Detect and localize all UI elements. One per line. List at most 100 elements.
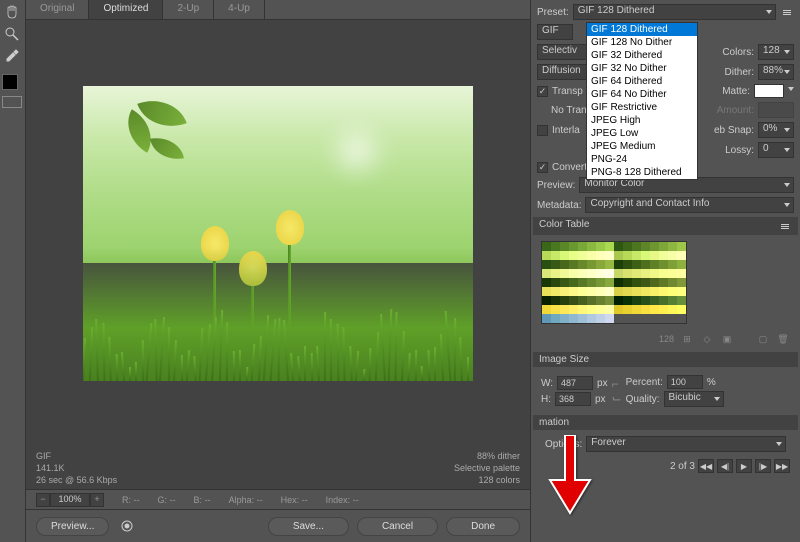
color-swatch-cell[interactable] — [587, 251, 596, 260]
preset-dropdown[interactable]: GIF 128 DitheredGIF 128 No DitherGIF 32 … — [586, 22, 698, 180]
color-swatch-cell[interactable] — [596, 242, 605, 251]
color-swatch-cell[interactable] — [551, 251, 560, 260]
prev-frame-icon[interactable]: ◀| — [717, 459, 733, 473]
color-swatch-cell[interactable] — [668, 251, 677, 260]
color-swatch-cell[interactable] — [551, 296, 560, 305]
color-swatch-cell[interactable] — [569, 314, 578, 323]
color-swatch-cell[interactable] — [650, 296, 659, 305]
color-swatch-cell[interactable] — [587, 260, 596, 269]
color-swatch-cell[interactable] — [614, 278, 623, 287]
color-swatch-cell[interactable] — [614, 242, 623, 251]
color-swatch-cell[interactable] — [632, 305, 641, 314]
color-swatch-cell[interactable] — [596, 314, 605, 323]
color-swatch-cell[interactable] — [659, 269, 668, 278]
color-swatch-cell[interactable] — [668, 260, 677, 269]
color-swatch-cell[interactable] — [551, 314, 560, 323]
color-table-grid[interactable] — [541, 241, 687, 324]
color-swatch-cell[interactable] — [650, 242, 659, 251]
loop-select[interactable]: Forever — [586, 436, 786, 452]
color-swatch-cell[interactable] — [623, 242, 632, 251]
color-swatch-cell[interactable] — [623, 260, 632, 269]
save-button[interactable]: Save... — [268, 517, 349, 536]
preset-select[interactable]: GIF 128 Dithered — [573, 4, 776, 20]
color-swatch-cell[interactable] — [542, 314, 551, 323]
preset-option[interactable]: PNG-8 128 Dithered — [587, 166, 697, 179]
color-swatch-cell[interactable] — [659, 251, 668, 260]
dither-method-select[interactable]: Diffusion — [537, 64, 589, 80]
color-swatch-cell[interactable] — [677, 278, 686, 287]
color-swatch-cell[interactable] — [650, 251, 659, 260]
color-swatch-cell[interactable] — [578, 278, 587, 287]
preset-option[interactable]: GIF 32 No Dither — [587, 62, 697, 75]
eyedropper-tool[interactable] — [2, 46, 22, 66]
play-icon[interactable]: ▶ — [736, 459, 752, 473]
color-swatch-cell[interactable] — [659, 260, 668, 269]
color-swatch-cell[interactable] — [623, 287, 632, 296]
preset-option[interactable]: GIF 128 No Dither — [587, 36, 697, 49]
color-swatch-cell[interactable] — [623, 251, 632, 260]
color-swatch-cell[interactable] — [587, 278, 596, 287]
color-swatch-cell[interactable] — [560, 242, 569, 251]
preview-button[interactable]: Preview... — [36, 517, 109, 536]
color-swatch-cell[interactable] — [587, 314, 596, 323]
transparency-checkbox[interactable] — [537, 86, 548, 97]
color-swatch-cell[interactable] — [596, 287, 605, 296]
color-swatch-cell[interactable] — [578, 251, 587, 260]
color-swatch-cell[interactable] — [578, 314, 587, 323]
color-swatch-cell[interactable] — [596, 278, 605, 287]
preset-option[interactable]: JPEG Low — [587, 127, 697, 140]
color-swatch-cell[interactable] — [560, 314, 569, 323]
color-swatch-cell[interactable] — [578, 287, 587, 296]
zoom-tool[interactable] — [2, 24, 22, 44]
preset-option[interactable]: JPEG High — [587, 114, 697, 127]
color-swatch-cell[interactable] — [659, 305, 668, 314]
color-swatch-cell[interactable] — [632, 296, 641, 305]
preview-canvas[interactable]: document.write(Array.from({length:60},(_… — [26, 20, 530, 447]
color-swatch-cell[interactable] — [614, 305, 623, 314]
done-button[interactable]: Done — [446, 517, 520, 536]
color-swatch-cell[interactable] — [677, 287, 686, 296]
color-swatch-cell[interactable] — [569, 260, 578, 269]
color-swatch-cell[interactable] — [569, 296, 578, 305]
color-swatch-cell[interactable] — [587, 287, 596, 296]
color-swatch-cell[interactable] — [578, 242, 587, 251]
color-swatch-cell[interactable] — [542, 287, 551, 296]
color-swatch-cell[interactable] — [542, 269, 551, 278]
color-swatch-cell[interactable] — [560, 305, 569, 314]
preset-option[interactable]: GIF 32 Dithered — [587, 49, 697, 62]
color-swatch-cell[interactable] — [668, 278, 677, 287]
height-input[interactable] — [555, 392, 591, 406]
color-swatch-cell[interactable] — [614, 269, 623, 278]
color-swatch-cell[interactable] — [542, 278, 551, 287]
color-swatch-cell[interactable] — [542, 242, 551, 251]
colors-select[interactable]: 128 — [758, 44, 794, 60]
color-swatch-cell[interactable] — [668, 296, 677, 305]
color-swatch-cell[interactable] — [614, 251, 623, 260]
color-swatch-cell[interactable] — [650, 287, 659, 296]
color-swatch-cell[interactable] — [542, 251, 551, 260]
color-swatch-cell[interactable] — [632, 260, 641, 269]
color-swatch-cell[interactable] — [641, 296, 650, 305]
color-swatch-cell[interactable] — [623, 278, 632, 287]
first-frame-icon[interactable]: ◀◀ — [698, 459, 714, 473]
color-swatch-cell[interactable] — [551, 242, 560, 251]
color-swatch-cell[interactable] — [605, 269, 614, 278]
color-swatch-cell[interactable] — [623, 305, 632, 314]
color-swatch-cell[interactable] — [605, 251, 614, 260]
color-swatch-cell[interactable] — [551, 305, 560, 314]
color-swatch-cell[interactable] — [569, 251, 578, 260]
lossy-select[interactable]: 0 — [758, 142, 794, 158]
color-swatch-cell[interactable] — [659, 278, 668, 287]
metadata-select[interactable]: Copyright and Contact Info — [585, 197, 794, 213]
format-select[interactable]: GIF — [537, 24, 573, 40]
next-frame-icon[interactable]: |▶ — [755, 459, 771, 473]
color-swatch-cell[interactable] — [677, 269, 686, 278]
color-swatch-cell[interactable] — [677, 251, 686, 260]
color-swatch-cell[interactable] — [677, 305, 686, 314]
tab-optimized[interactable]: Optimized — [89, 0, 163, 19]
color-swatch-cell[interactable] — [632, 287, 641, 296]
zoom-value[interactable]: 100% — [50, 493, 90, 507]
color-swatch-cell[interactable] — [677, 242, 686, 251]
color-swatch-cell[interactable] — [668, 242, 677, 251]
color-swatch-cell[interactable] — [587, 242, 596, 251]
